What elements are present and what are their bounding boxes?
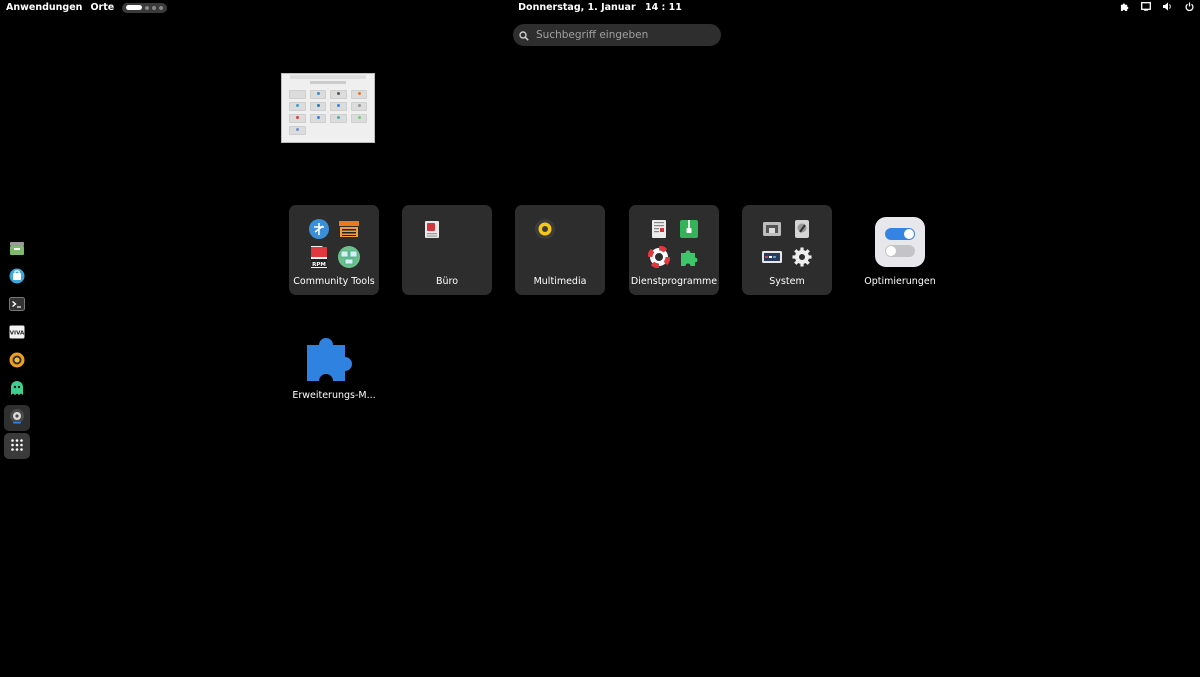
memory-monitor-icon: [757, 243, 787, 271]
help-lifebuoy-icon: [644, 243, 674, 271]
thumbnail-tile: [350, 114, 367, 123]
dock-item-archive[interactable]: [4, 237, 30, 263]
settings-app-icon: [8, 407, 26, 429]
thumbnail-tile: [309, 102, 326, 111]
dock-item-terminal[interactable]: [4, 293, 30, 319]
thumbnail-tile: [309, 90, 326, 99]
rpm-package-icon: RPM: [304, 243, 334, 271]
extension-puzzle-icon[interactable]: [1120, 2, 1129, 11]
thumbnail-content: [282, 86, 374, 135]
folder-dienstprogramme[interactable]: Dienstprogramme: [629, 205, 719, 295]
thumbnail-tile: [289, 126, 306, 135]
thumbnail-tile: [289, 102, 306, 111]
dash: VIVA: [4, 237, 30, 459]
extension-manager-puzzle-icon: [305, 327, 361, 387]
dock-item-firefox[interactable]: [4, 349, 30, 375]
app-optimierungen[interactable]: Optimierungen: [855, 205, 945, 295]
folder-community-tools[interactable]: RPM Community Tools: [289, 205, 379, 295]
folder-icon-grid: [757, 215, 817, 271]
show-apps-icon: [10, 437, 24, 456]
music-player-icon: [530, 215, 560, 243]
folder-label: System: [769, 276, 805, 287]
thumbnail-tile: [330, 90, 347, 99]
extensions-icon: [674, 243, 704, 271]
screen-icon[interactable]: [1141, 2, 1151, 11]
thumbnail-tile: [289, 90, 306, 99]
folder-multimedia[interactable]: Multimedia: [515, 205, 605, 295]
network-manager-icon: [334, 243, 364, 271]
top-bar: Anwendungen Orte Donnerstag, 1. Januar 1…: [0, 0, 1200, 17]
app-label: Optimierungen: [864, 276, 936, 287]
thumbnail-heading: [310, 81, 346, 84]
network-tool-icon: [304, 215, 334, 243]
folder-label: Community Tools: [293, 276, 375, 287]
folder-buero[interactable]: Büro: [402, 205, 492, 295]
clock-date: Donnerstag, 1. Januar: [518, 2, 636, 13]
folder-icon-grid: [644, 215, 704, 271]
vivaldi-icon: VIVA: [8, 323, 26, 345]
folder-icon-grid: [417, 215, 477, 271]
system-tray: [1120, 2, 1194, 11]
search-bar[interactable]: [513, 24, 721, 46]
thumbnail-tile: [350, 90, 367, 99]
volume-icon[interactable]: [1163, 2, 1173, 11]
search-input[interactable]: [534, 28, 708, 42]
svg-text:VIVA: VIVA: [10, 331, 25, 337]
thumbnail-tile: [309, 114, 326, 123]
folder-label: Multimedia: [533, 276, 587, 287]
ghost-app-icon: [8, 379, 26, 401]
app-label: Erweiterungs-M...: [292, 390, 376, 401]
tweaks-toggle-icon: [875, 217, 925, 271]
thumbnail-tile: [330, 102, 347, 111]
folder-system[interactable]: System: [742, 205, 832, 295]
thumbnail-tile: [289, 114, 306, 123]
window-thumbnail[interactable]: [281, 73, 375, 143]
clock-time: 14 : 11: [644, 2, 682, 13]
document-viewer-icon: [417, 215, 447, 243]
terminal-icon: [8, 295, 26, 317]
folder-icon-grid: RPM: [304, 215, 364, 271]
disk-utility-icon: [787, 215, 817, 243]
dock-item-software[interactable]: [4, 265, 30, 291]
settings-gear-icon: [787, 243, 817, 271]
scanner-icon: [334, 215, 364, 243]
system-log-icon: [644, 215, 674, 243]
svg-text:RPM: RPM: [312, 262, 326, 268]
search-icon: [519, 26, 529, 45]
folder-icon-grid: [530, 215, 590, 271]
dock-item-ghost[interactable]: [4, 377, 30, 403]
dock-item-vivaldi[interactable]: VIVA: [4, 321, 30, 347]
clock[interactable]: Donnerstag, 1. Januar 14 : 11: [0, 2, 1200, 13]
power-icon[interactable]: [1185, 2, 1194, 11]
folder-label: Büro: [435, 276, 459, 287]
archive-tool-icon: [674, 215, 704, 243]
folder-label: Dienstprogramme: [630, 276, 718, 287]
thumbnail-titlebar: [290, 75, 366, 79]
software-installer-icon: [8, 267, 26, 289]
thumbnail-tile: [350, 102, 367, 111]
app-extension-manager[interactable]: Erweiterungs-M...: [289, 319, 379, 409]
archive-manager-icon: [8, 239, 26, 261]
thumbnail-tile: [330, 114, 347, 123]
firefox-icon: [8, 351, 26, 373]
show-apps-button[interactable]: [4, 433, 30, 459]
network-card-icon: [757, 215, 787, 243]
dock-item-settings[interactable]: [4, 405, 30, 431]
